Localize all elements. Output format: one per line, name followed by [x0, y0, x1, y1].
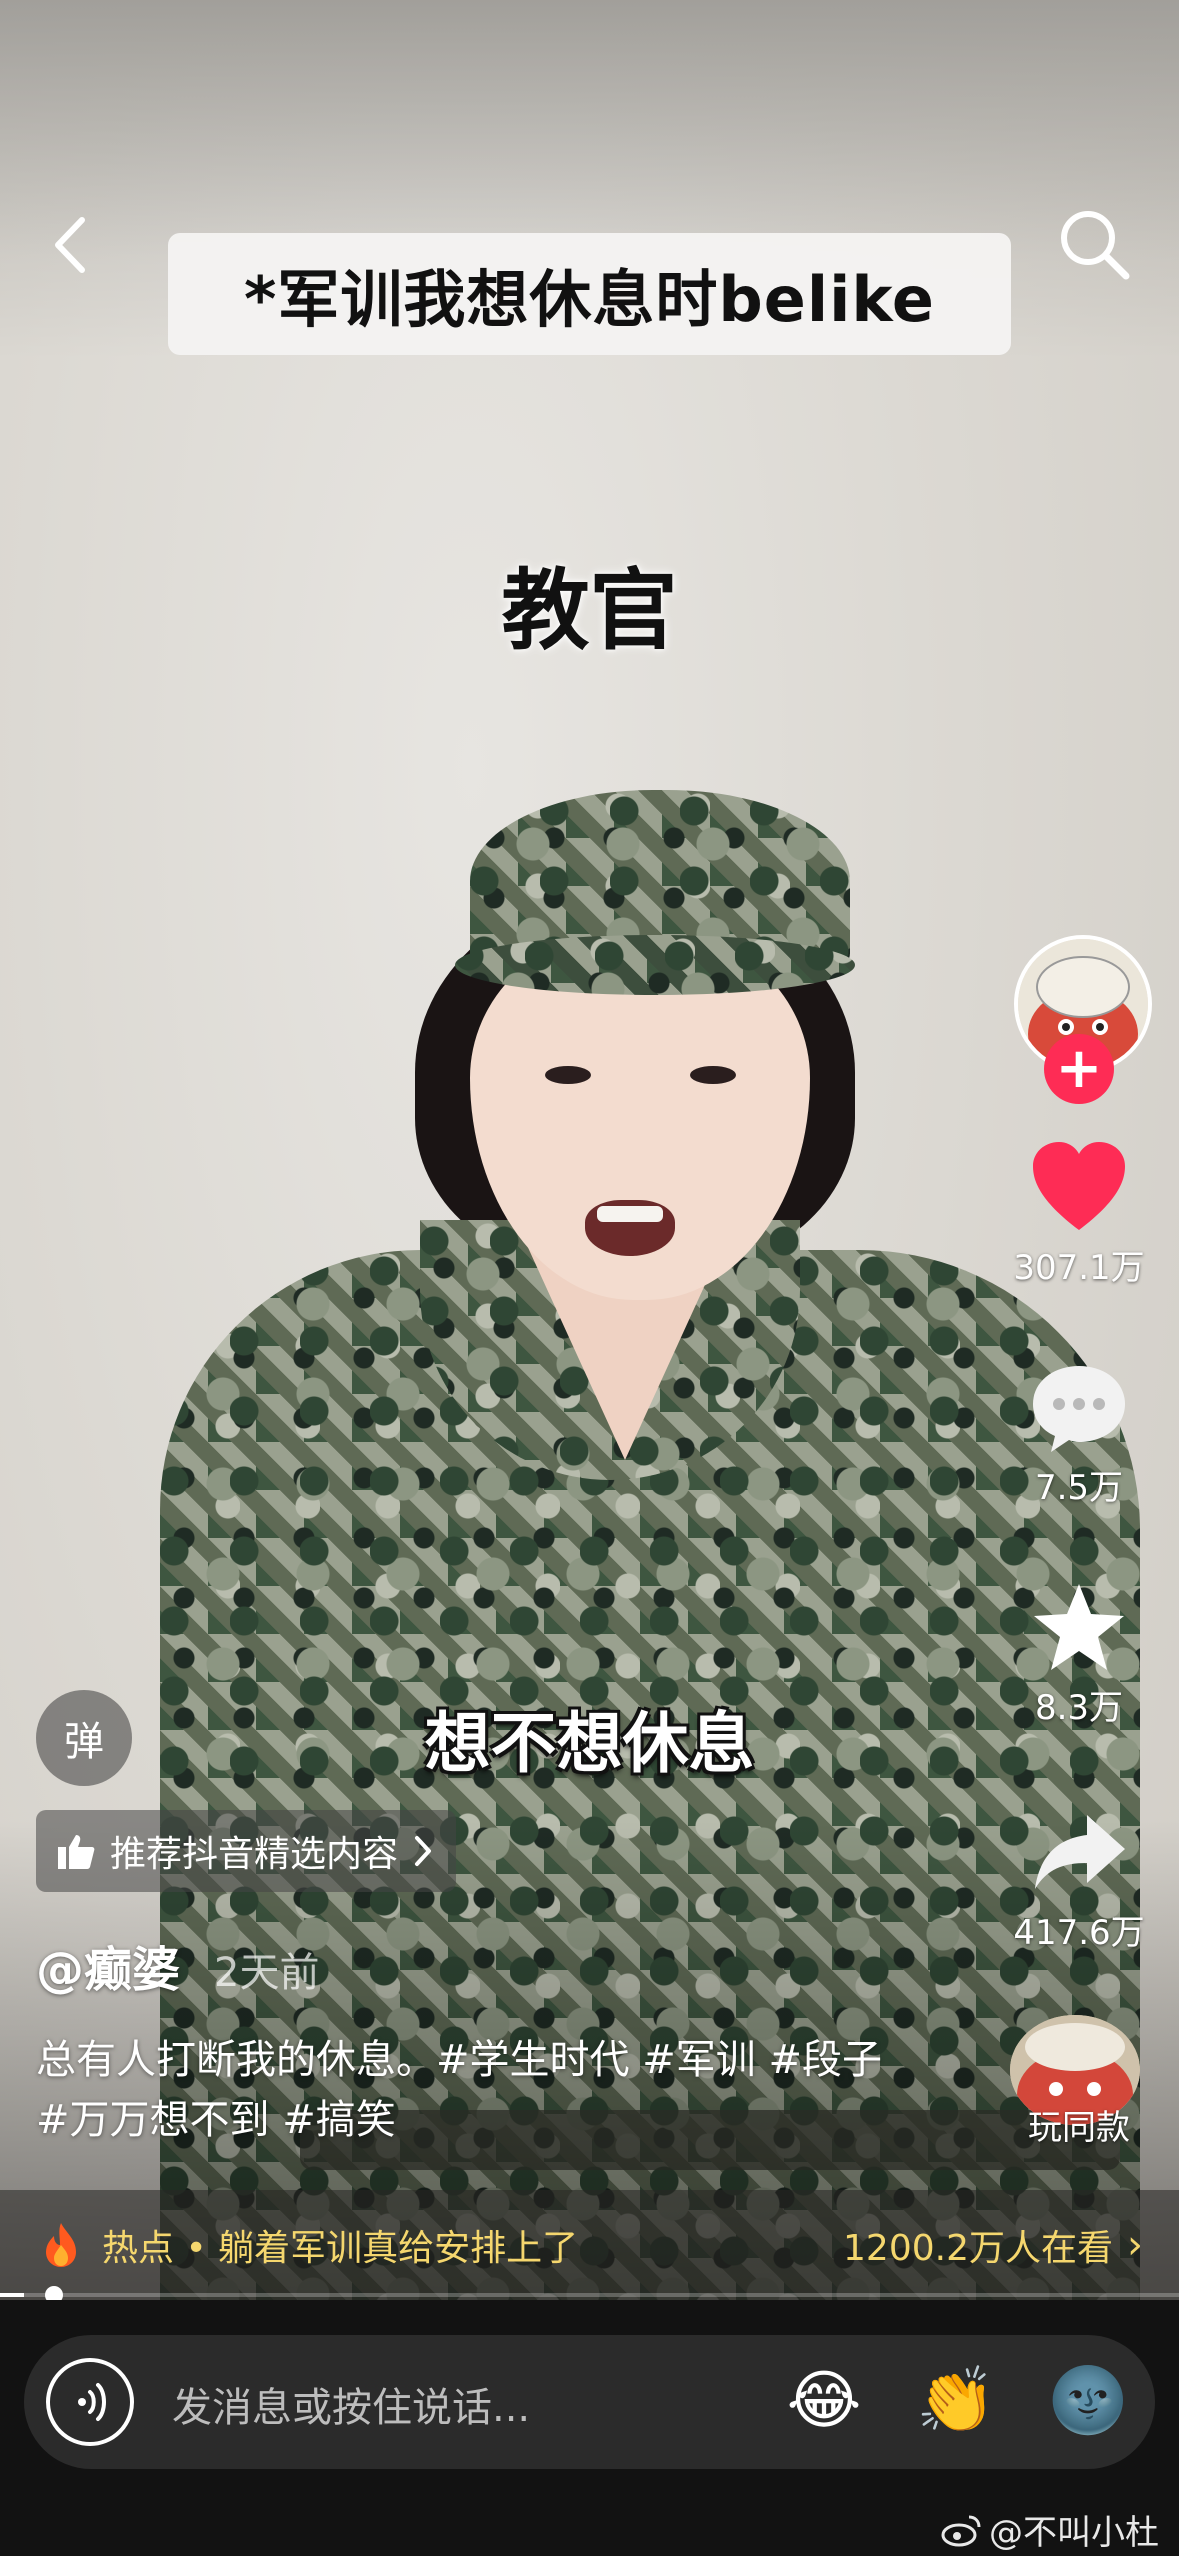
comment-count: 7.5万 [1034, 1468, 1124, 1508]
chevron-right-icon [415, 1836, 432, 1866]
share-arrow-icon [1035, 1815, 1125, 1889]
emoji-moon-face-button[interactable]: 🌚 [1042, 2355, 1134, 2447]
thumbs-up-icon [58, 1835, 95, 1869]
star-icon [1034, 1584, 1124, 1670]
like-count: 307.1万 [1013, 1248, 1145, 1288]
hot-topic-viewers: 1200.2万人在看 [843, 2228, 1113, 2269]
author-line: @癫婆 2天前 [36, 1930, 319, 2000]
emoji-clap-button[interactable]: 👏 [910, 2355, 1002, 2447]
author-name[interactable]: @癫婆 [36, 1930, 180, 2000]
danmaku-label: 弹 [64, 1719, 104, 1765]
search-icon [1061, 211, 1130, 280]
video-role-label: 教官 [501, 559, 678, 662]
weibo-watermark: @不叫小杜 [941, 2505, 1159, 2554]
video-progress-track[interactable] [0, 2286, 1179, 2304]
recommend-chip[interactable]: 推荐抖音精选内容 [36, 1810, 457, 1892]
watermark-text: @不叫小杜 [989, 2513, 1159, 2553]
cap-brim [455, 935, 855, 995]
heart-icon [1033, 1142, 1125, 1230]
chevron-right-icon: › [1127, 2222, 1143, 2268]
hot-topic-text: 热点 • 躺着军训真给安排上了 [102, 2228, 579, 2269]
comment-bubble-icon [1033, 1366, 1125, 1452]
share-count: 417.6万 [1013, 1913, 1145, 1953]
favorite-count: 8.3万 [1034, 1688, 1124, 1728]
message-placeholder[interactable]: 发消息或按住说话... [172, 2375, 530, 2433]
video-caption[interactable]: 总有人打断我的休息。#学生时代 #军训 #段子 #万万想不到 #搞笑 [36, 2030, 886, 2150]
mouth [585, 1200, 675, 1256]
right-eye [690, 1066, 736, 1084]
video-progress-fill [0, 2293, 24, 2297]
same-style-label[interactable]: 玩同款 [994, 2100, 1164, 2149]
favorite-button[interactable]: 8.3万 [994, 1580, 1164, 1729]
voice-button[interactable] [46, 2358, 134, 2446]
share-button[interactable]: 417.6万 [994, 1805, 1164, 1954]
voice-wave-icon [78, 2383, 106, 2421]
left-eye [545, 1066, 591, 1084]
hot-topic-bar[interactable]: 热点 • 躺着军训真给安排上了 1200.2万人在看 › [0, 2190, 1179, 2300]
video-title-card: *军训我想休息时belike [168, 233, 1011, 355]
post-time: 2天前 [214, 1950, 320, 1996]
video-screen[interactable]: { "video": { "title_card": "*军训我想休息时beli… [0, 0, 1179, 2556]
chevron-left-icon [55, 217, 85, 273]
back-button[interactable] [44, 210, 104, 280]
danmaku-toggle[interactable]: 弹 [36, 1690, 132, 1786]
comment-button[interactable]: 7.5万 [994, 1360, 1164, 1509]
weibo-logo-icon [941, 2515, 981, 2546]
like-button[interactable]: 307.1万 [994, 1140, 1164, 1289]
flame-icon [46, 2223, 76, 2267]
search-button[interactable] [1050, 200, 1140, 290]
emoji-laugh-cry-button[interactable]: 😂 [778, 2355, 870, 2447]
follow-button[interactable]: + [1044, 1034, 1114, 1104]
recommend-chip-label: 推荐抖音精选内容 [110, 1834, 399, 1875]
